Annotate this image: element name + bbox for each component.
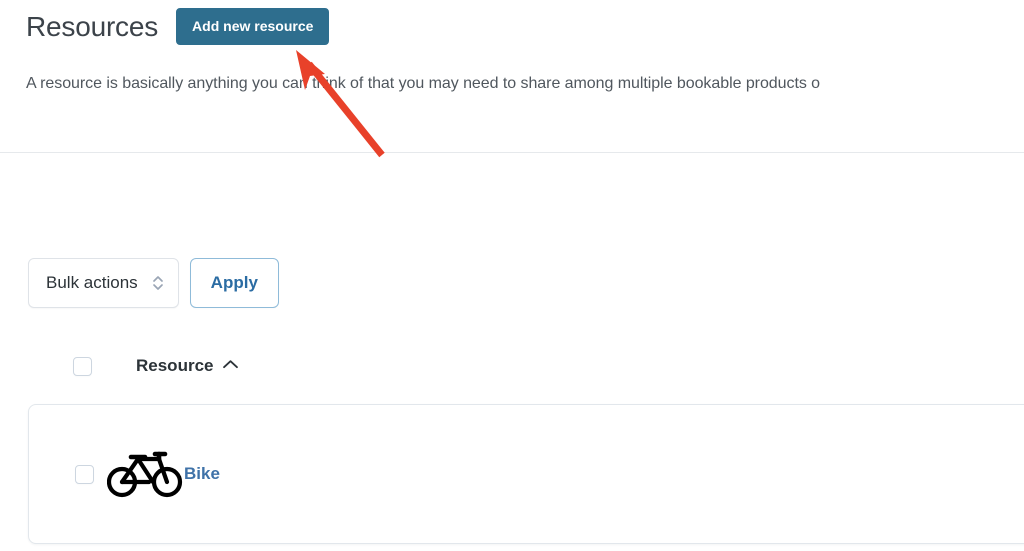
- bicycle-icon: [106, 446, 183, 503]
- bulk-actions-select-label: Bulk actions: [46, 273, 138, 292]
- select-all-cell: [0, 356, 100, 376]
- resources-table-card: Bike: [28, 404, 1024, 544]
- page-description: A resource is basically anything you can…: [26, 75, 821, 92]
- bulk-actions-select[interactable]: Bulk actions: [28, 258, 179, 308]
- resource-link-bike[interactable]: Bike: [184, 464, 220, 483]
- page-header: Resources Add new resource: [26, 8, 330, 45]
- add-new-resource-button[interactable]: Add new resource: [176, 8, 330, 45]
- row-thumbnail-cell: [102, 446, 184, 503]
- row-select-cell: [29, 464, 102, 484]
- bulk-actions-toolbar: Bulk actions Apply: [28, 258, 279, 308]
- page-title: Resources: [26, 10, 159, 42]
- row-name-cell: Bike: [184, 464, 220, 484]
- resources-page: Resources Add new resource A resource is…: [0, 0, 1024, 551]
- chevron-up-icon: [222, 357, 239, 375]
- column-header-resource[interactable]: Resource: [136, 356, 239, 376]
- table-row: Bike: [29, 405, 1024, 543]
- header-divider: [0, 152, 1024, 153]
- column-header-label: Resource: [136, 356, 214, 375]
- chevron-up-down-icon: [152, 273, 164, 293]
- checkbox-unchecked-icon[interactable]: [73, 356, 92, 376]
- table-header-row: Resource: [0, 352, 1024, 380]
- apply-button[interactable]: Apply: [189, 258, 279, 308]
- checkbox-unchecked-icon[interactable]: [75, 464, 94, 484]
